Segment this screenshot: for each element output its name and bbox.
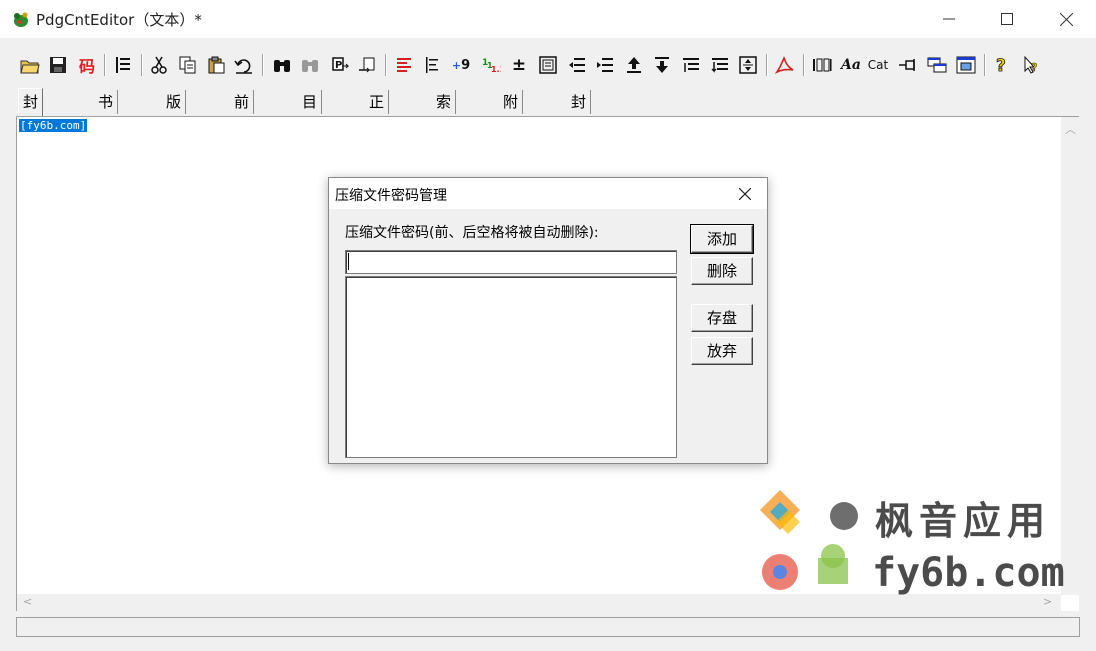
scroll-up-icon[interactable]: ︿ [1065, 121, 1076, 137]
vertical-scrollbar[interactable]: ︿ [1061, 117, 1079, 595]
move-up-icon[interactable] [623, 54, 645, 76]
toolbar-separator [385, 54, 387, 76]
toolbar-separator [104, 54, 106, 76]
horizontal-scrollbar[interactable]: < > [17, 594, 1061, 611]
replace-all-icon[interactable] [357, 54, 379, 76]
watermark-url: fy6b.com [872, 550, 1065, 596]
find-icon[interactable] [271, 54, 293, 76]
outdent-icon[interactable] [566, 54, 588, 76]
help-icon[interactable]: ? [991, 54, 1013, 76]
title-bar: PdgCntEditor（文本）* [0, 0, 1096, 38]
page-number-button[interactable]: +9 [450, 54, 472, 76]
status-bar [16, 617, 1080, 637]
page-frame-icon[interactable] [537, 54, 559, 76]
watermark-cn-text: 枫音应用 [875, 499, 1052, 543]
level-up-icon[interactable] [680, 54, 702, 76]
scroll-left-icon[interactable]: < [23, 595, 32, 608]
align-red-icon[interactable] [393, 54, 415, 76]
number-format-icon[interactable]: 111.1 [480, 54, 502, 76]
discard-button[interactable]: 放弃 [691, 337, 753, 365]
cut-icon[interactable] [148, 54, 170, 76]
text-caret [348, 253, 349, 270]
dialog-close-button[interactable] [723, 178, 767, 209]
add-button[interactable]: 添加 [690, 224, 754, 254]
outline-icon[interactable] [112, 54, 134, 76]
scroll-right-icon[interactable]: > [1043, 595, 1052, 608]
toolbar-separator [262, 54, 264, 76]
tab-body[interactable]: 正文页 [365, 90, 390, 159]
svg-text:1.1: 1.1 [491, 65, 501, 74]
close-button[interactable] [1037, 0, 1095, 38]
tab-title-page[interactable]: 书名页 [94, 90, 119, 159]
open-folder-icon[interactable] [19, 54, 41, 76]
level-down-icon[interactable] [709, 54, 731, 76]
export-icon[interactable] [955, 54, 977, 76]
toolbar-separator [141, 54, 143, 76]
font-button[interactable]: Aa [840, 54, 862, 76]
tab-preface[interactable]: 前言页 [230, 90, 255, 159]
password-list[interactable] [345, 276, 677, 458]
move-down-icon[interactable] [651, 54, 673, 76]
toolbar-separator [984, 54, 986, 76]
replace-icon[interactable]: P [329, 54, 351, 76]
selected-text[interactable]: [fy6b.com] [19, 119, 88, 132]
svg-text:?: ? [1031, 61, 1037, 74]
fit-page-icon[interactable] [737, 54, 759, 76]
svg-text:P: P [335, 60, 342, 71]
copy-icon[interactable] [177, 54, 199, 76]
dialog-title-bar: 压缩文件密码管理 [329, 178, 767, 209]
close-icon [739, 187, 751, 200]
pdf-icon[interactable] [774, 54, 796, 76]
tab-appendix[interactable]: 附录页 [499, 90, 524, 159]
plus-minus-icon[interactable]: ± [508, 54, 530, 76]
columns-icon[interactable] [811, 54, 833, 76]
password-input[interactable] [345, 250, 677, 274]
window-title: PdgCntEditor（文本）* [36, 11, 202, 29]
cat-button[interactable]: Cat [867, 54, 889, 76]
save-icon[interactable] [47, 54, 69, 76]
tab-contents[interactable]: 目录页 [298, 90, 323, 159]
dialog-title: 压缩文件密码管理 [335, 188, 447, 204]
app-icon [11, 9, 31, 29]
window-layout-icon[interactable] [926, 54, 948, 76]
find-next-icon[interactable] [299, 54, 321, 76]
tab-cover[interactable]: 封面页+ [18, 88, 44, 189]
watermark-logo [760, 490, 858, 590]
delete-button[interactable]: 删除 [691, 257, 753, 285]
pin-icon[interactable] [897, 54, 919, 76]
indent-tree-icon[interactable] [421, 54, 443, 76]
tab-copyright[interactable]: 版权页 [162, 90, 187, 159]
undo-icon[interactable] [233, 54, 255, 76]
indent-icon[interactable] [594, 54, 616, 76]
context-help-icon[interactable]: ? [1020, 54, 1042, 76]
maximize-button[interactable] [978, 0, 1036, 38]
page-number-label: 9 [461, 57, 471, 73]
password-dialog: 压缩文件密码管理 压缩文件密码(前、后空格将被自动删除): 添加 删除 存盘 放… [328, 177, 768, 464]
code-button[interactable]: 码 [76, 54, 98, 76]
save-button[interactable]: 存盘 [691, 304, 753, 332]
paste-icon[interactable] [205, 54, 227, 76]
toolbar-separator [766, 54, 768, 76]
tab-back-cover[interactable]: 封底页 [567, 90, 592, 159]
svg-text:?: ? [996, 56, 1006, 75]
password-label: 压缩文件密码(前、后空格将被自动删除): [345, 225, 599, 241]
tab-index[interactable]: 索引页 [432, 90, 457, 159]
toolbar-separator [803, 54, 805, 76]
minimize-button[interactable] [920, 0, 978, 38]
toolbar: 码 P +9 111.1 ± [0, 38, 1096, 90]
